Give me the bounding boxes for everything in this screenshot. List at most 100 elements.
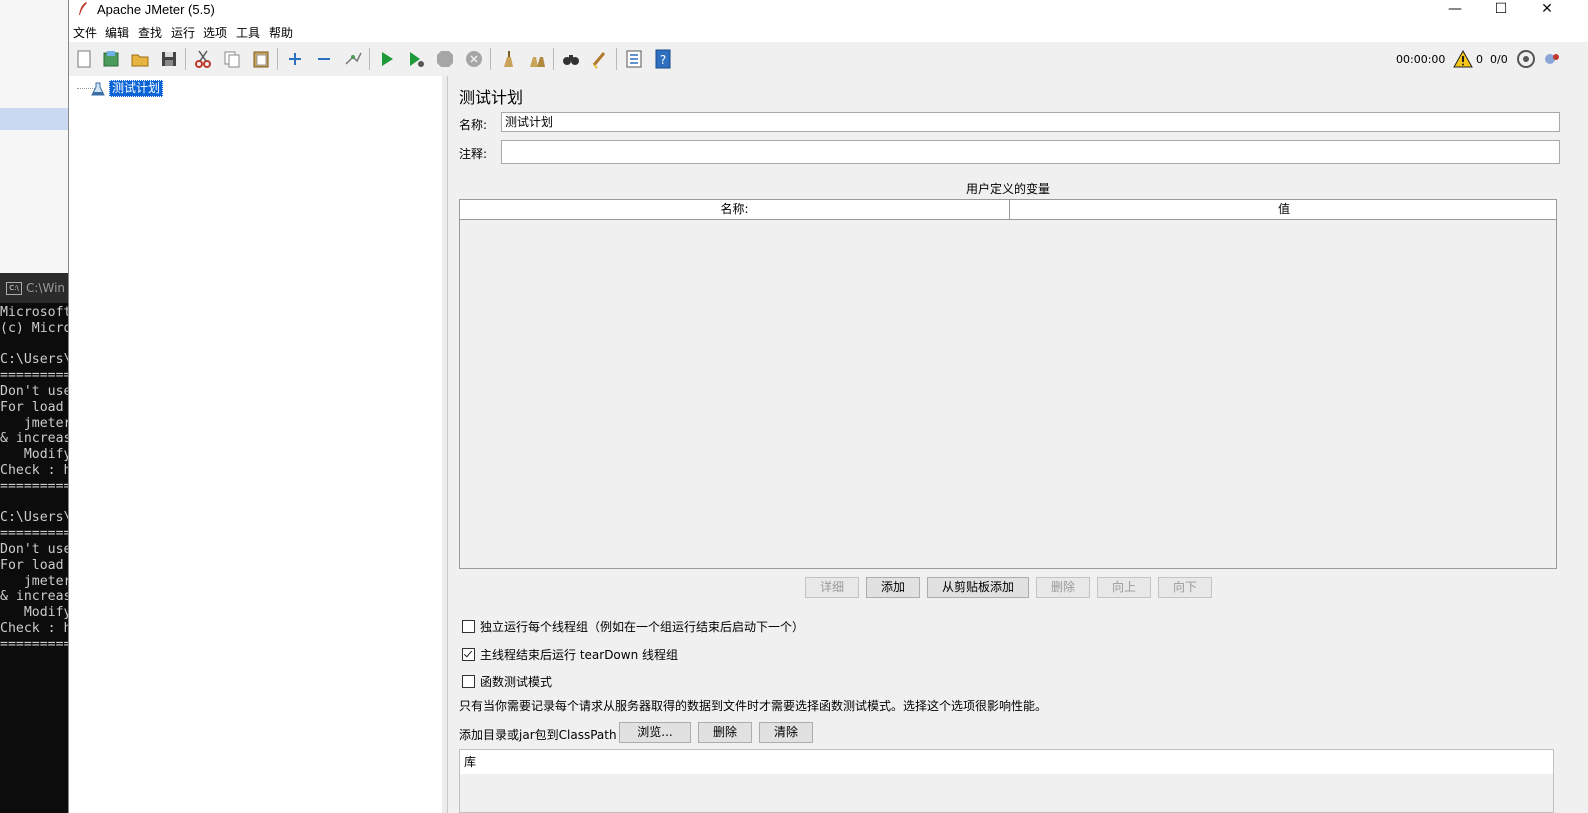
console-titlebar[interactable]: C:\ C:\Win (0, 273, 68, 303)
console-line: & increas (0, 589, 68, 605)
console-line: Don't use (0, 541, 68, 557)
toolbar-separator (185, 48, 186, 70)
console-window[interactable]: C:\ C:\Win Microsoft (c) Micro C:\Users\ ==… (0, 273, 68, 813)
console-line: Don't use (0, 383, 68, 399)
clear-all-icon[interactable] (526, 48, 548, 70)
menu-search[interactable]: 查找 (138, 24, 162, 41)
panel-heading: 测试计划 (459, 88, 524, 107)
detail-button[interactable]: 详细 (805, 577, 859, 598)
name-field[interactable]: 测试计划 (501, 112, 1560, 132)
status-gear-icon (1515, 48, 1537, 70)
close-button[interactable]: ✕ (1524, 0, 1570, 20)
test-tree[interactable]: 测试计划 (69, 76, 443, 813)
classpath-delete-button[interactable]: 删除 (698, 722, 752, 743)
add-from-clipboard-button[interactable]: 从剪贴板添加 (927, 577, 1029, 598)
jmeter-feather-icon (79, 2, 87, 15)
column-value-header[interactable]: 值 (1010, 200, 1558, 219)
menu-help[interactable]: 帮助 (269, 24, 293, 41)
console-line: jmeter (0, 415, 68, 431)
checkbox-box[interactable] (462, 648, 475, 661)
console-line: ========= (0, 636, 68, 652)
name-label: 名称: (459, 118, 488, 132)
save-icon[interactable] (158, 48, 180, 70)
tree-node-test-plan[interactable]: 测试计划 (91, 80, 164, 97)
shutdown-icon[interactable] (463, 48, 485, 70)
comment-field[interactable] (501, 140, 1560, 164)
toolbar: ? 00:00:00 0 0/0 (69, 42, 1588, 77)
templates-icon[interactable] (100, 48, 122, 70)
toolbar-separator (277, 48, 278, 70)
console-line: & increas (0, 431, 68, 447)
menu-tools[interactable]: 工具 (236, 24, 260, 41)
stop-icon[interactable] (434, 48, 456, 70)
classpath-clear-button[interactable]: 清除 (759, 722, 813, 743)
reset-search-icon[interactable] (589, 48, 611, 70)
clear-icon[interactable] (497, 48, 519, 70)
console-line: jmeter (0, 573, 68, 589)
console-line: Check : h (0, 620, 68, 636)
warning-icon[interactable] (1452, 48, 1474, 70)
copy-icon[interactable] (221, 48, 243, 70)
serialize-thread-groups-checkbox[interactable]: 独立运行每个线程组（例如在一个组运行结束后启动下一个） (462, 618, 804, 635)
test-plan-icon (91, 82, 105, 95)
start-no-pauses-icon[interactable] (405, 48, 427, 70)
user-variables-table[interactable]: 名称: 值 (459, 199, 1557, 569)
console-line: For load (0, 557, 68, 573)
delete-button[interactable]: 删除 (1036, 577, 1090, 598)
titlebar[interactable]: Apache JMeter (5.5) — ☐ ✕ (69, 0, 1588, 20)
menu-run[interactable]: 运行 (171, 24, 195, 41)
search-icon[interactable] (560, 48, 582, 70)
browse-button[interactable]: 浏览... (619, 722, 691, 743)
collapse-icon[interactable] (313, 48, 335, 70)
jmeter-window: Apache JMeter (5.5) — ☐ ✕ 文件 编辑 查找 运行 选项… (68, 0, 1588, 813)
maximize-button[interactable]: ☐ (1478, 0, 1524, 20)
help-icon[interactable]: ? (652, 48, 674, 70)
console-line: ========= (0, 368, 68, 384)
console-line: ========= (0, 478, 68, 494)
start-icon[interactable] (376, 48, 398, 70)
toolbar-separator (553, 48, 554, 70)
paste-icon[interactable] (250, 48, 272, 70)
test-plan-panel: 测试计划 名称: 测试计划 注释: 用户定义的变量 名称: 值 详细 添加 从剪… (447, 76, 1588, 813)
add-button[interactable]: 添加 (866, 577, 920, 598)
menu-options[interactable]: 选项 (203, 24, 227, 41)
classpath-label: 添加目录或jar包到ClassPath (459, 728, 617, 742)
functional-mode-checkbox[interactable]: 函数测试模式 (462, 673, 552, 690)
minimize-button[interactable]: — (1432, 0, 1478, 20)
console-line: Check : h (0, 462, 68, 478)
menubar: 文件 编辑 查找 运行 选项 工具 帮助 (69, 20, 1588, 42)
toolbar-separator (490, 48, 491, 70)
table-header: 名称: 值 (460, 200, 1556, 220)
cut-icon[interactable] (192, 48, 214, 70)
functional-mode-note: 只有当你需要记录每个请求从服务器取得的数据到文件时才需要选择函数测试模式。选择这… (459, 699, 1048, 713)
checkbox-label: 主线程结束后运行 tearDown 线程组 (480, 648, 679, 662)
log-viewer-icon[interactable] (1541, 48, 1563, 70)
move-down-button[interactable]: 向下 (1158, 577, 1212, 598)
open-icon[interactable] (129, 48, 151, 70)
teardown-on-shutdown-checkbox[interactable]: 主线程结束后运行 tearDown 线程组 (462, 646, 678, 663)
function-helper-icon[interactable] (623, 48, 645, 70)
console-line: (c) Micro (0, 320, 68, 336)
cmd-icon: C:\ (6, 282, 22, 295)
move-up-button[interactable]: 向上 (1097, 577, 1151, 598)
new-icon[interactable] (73, 48, 95, 70)
toolbar-separator (369, 48, 370, 70)
menu-file[interactable]: 文件 (73, 24, 97, 41)
background-window (0, 0, 68, 273)
menu-edit[interactable]: 编辑 (105, 24, 129, 41)
tree-node-label[interactable]: 测试计划 (109, 80, 164, 97)
console-output: Microsoft (c) Micro C:\Users\ ========= Don… (0, 303, 68, 653)
expand-icon[interactable] (284, 48, 306, 70)
console-line: C:\Users\ (0, 510, 68, 526)
comment-label: 注释: (459, 147, 488, 161)
toggle-icon[interactable] (342, 48, 364, 70)
checkbox-box[interactable] (462, 675, 475, 688)
user-variables-title: 用户定义的变量 (965, 182, 1050, 196)
classpath-library-table[interactable]: 库 (459, 749, 1554, 813)
checkbox-box[interactable] (462, 620, 475, 633)
console-line: Modify (0, 605, 68, 621)
console-line: Microsoft (0, 305, 68, 320)
column-name-header[interactable]: 名称: (460, 200, 1010, 219)
